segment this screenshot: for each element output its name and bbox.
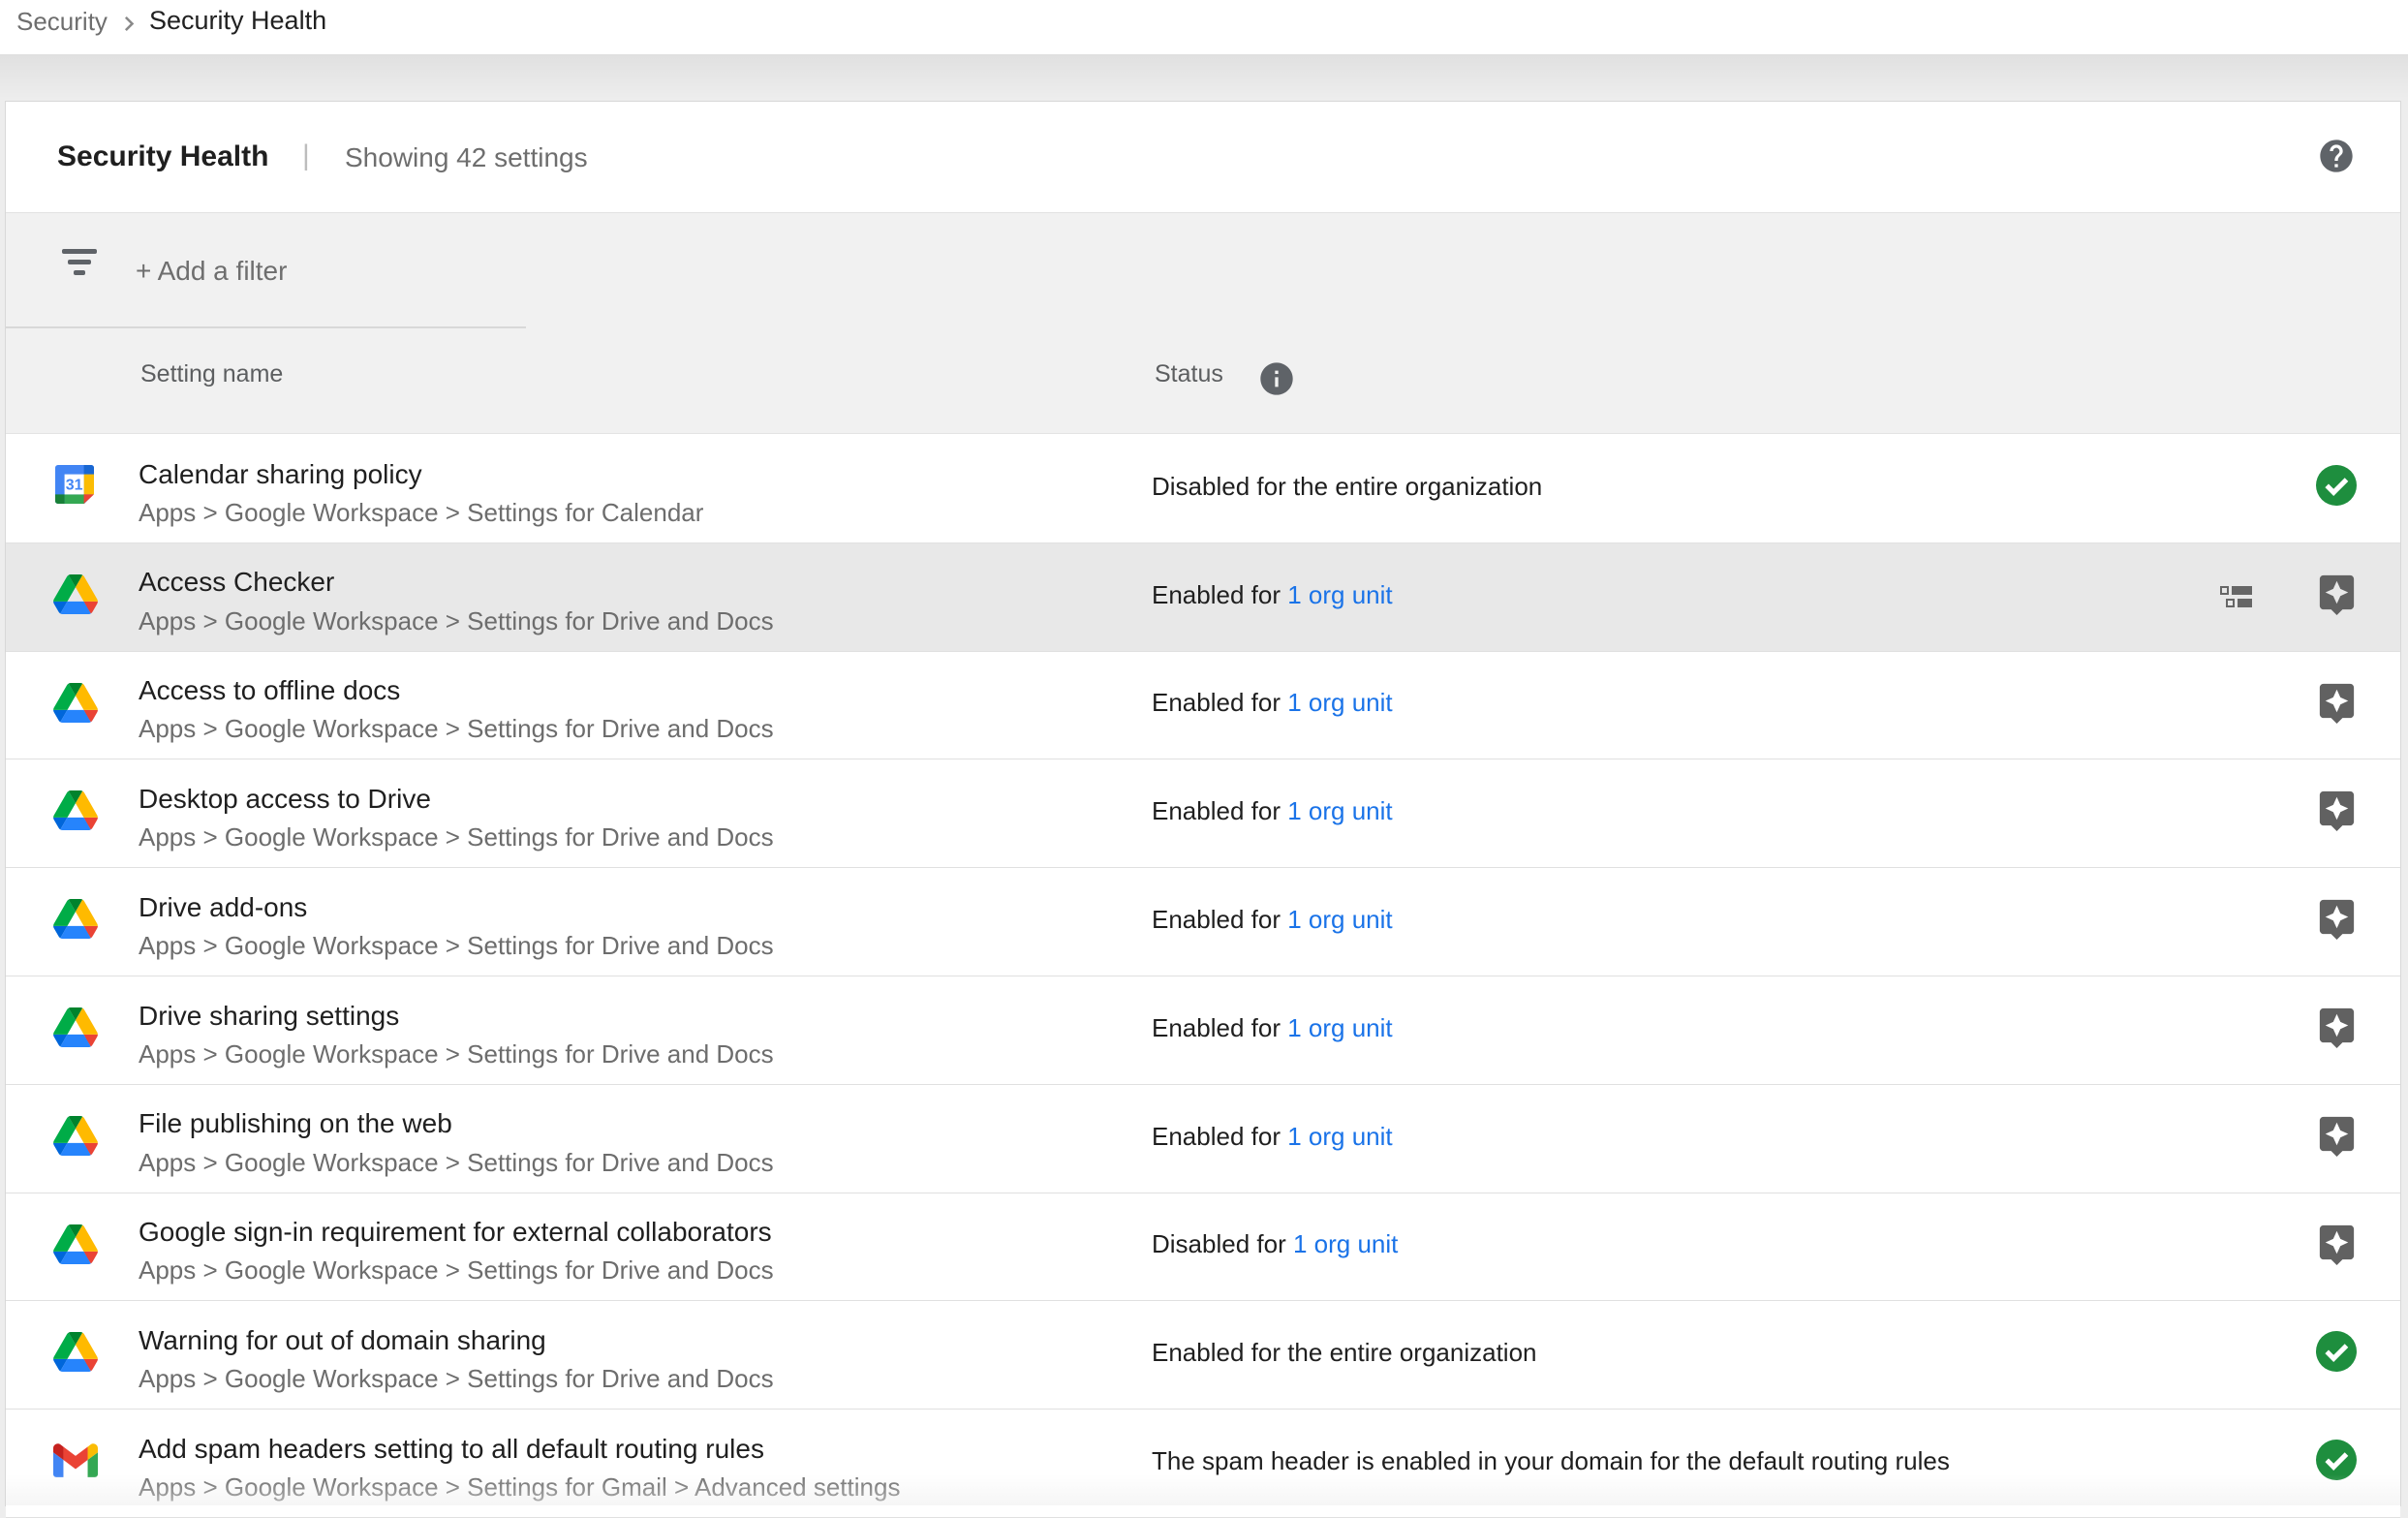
svg-text:31: 31: [66, 478, 83, 494]
